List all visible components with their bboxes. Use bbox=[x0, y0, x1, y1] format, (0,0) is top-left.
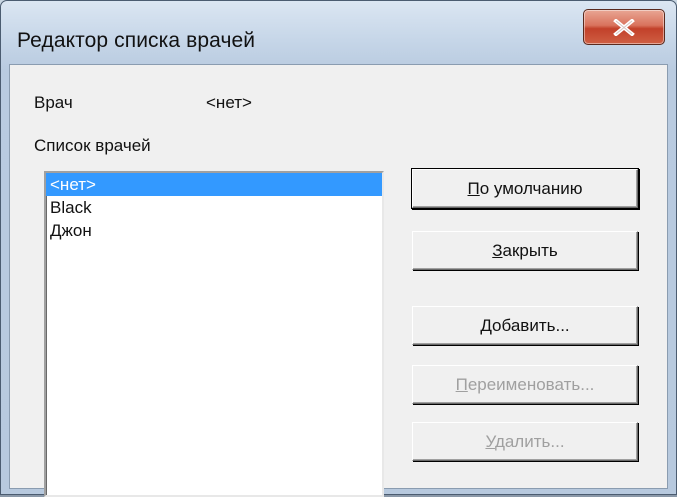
delete-button[interactable]: Удалить... bbox=[412, 422, 638, 461]
rename-mnemonic: П bbox=[455, 375, 468, 394]
delete-label: далить... bbox=[494, 432, 565, 451]
rename-button[interactable]: Переименовать... bbox=[412, 365, 638, 404]
add-mnemonic: Д bbox=[480, 316, 493, 335]
dialog-window: Редактор списка врачей Врач <нет> Список… bbox=[0, 0, 677, 497]
set-default-button[interactable]: По умолчанию bbox=[412, 169, 638, 208]
title-bar[interactable]: Редактор списка врачей bbox=[1, 1, 676, 63]
close-label: акрыть bbox=[502, 241, 558, 260]
close-button[interactable]: Закрыть bbox=[412, 231, 638, 270]
doctor-value: <нет> bbox=[206, 93, 252, 112]
doctor-listbox[interactable]: <нет> Black Джон bbox=[44, 171, 384, 497]
list-item[interactable]: <нет> bbox=[46, 173, 382, 196]
list-item[interactable]: Джон bbox=[46, 219, 382, 242]
close-mnemonic: З bbox=[492, 241, 503, 260]
window-title: Редактор списка врачей bbox=[17, 29, 256, 52]
doctor-list-label: Список врачей bbox=[34, 136, 151, 155]
add-label: обавить... bbox=[492, 316, 570, 335]
list-item[interactable]: Black bbox=[46, 196, 382, 219]
close-window-button[interactable] bbox=[583, 9, 665, 45]
add-button[interactable]: Добавить... bbox=[412, 306, 638, 345]
rename-label: ереименовать... bbox=[467, 375, 595, 394]
set-default-label: о умолчанию bbox=[479, 179, 583, 198]
delete-mnemonic: У bbox=[485, 432, 495, 451]
set-default-mnemonic: П bbox=[467, 179, 480, 198]
doctor-label: Врач bbox=[34, 93, 73, 112]
close-icon bbox=[613, 19, 635, 36]
dialog-client-area: Врач <нет> Список врачей <нет> Black Джо… bbox=[9, 64, 668, 497]
